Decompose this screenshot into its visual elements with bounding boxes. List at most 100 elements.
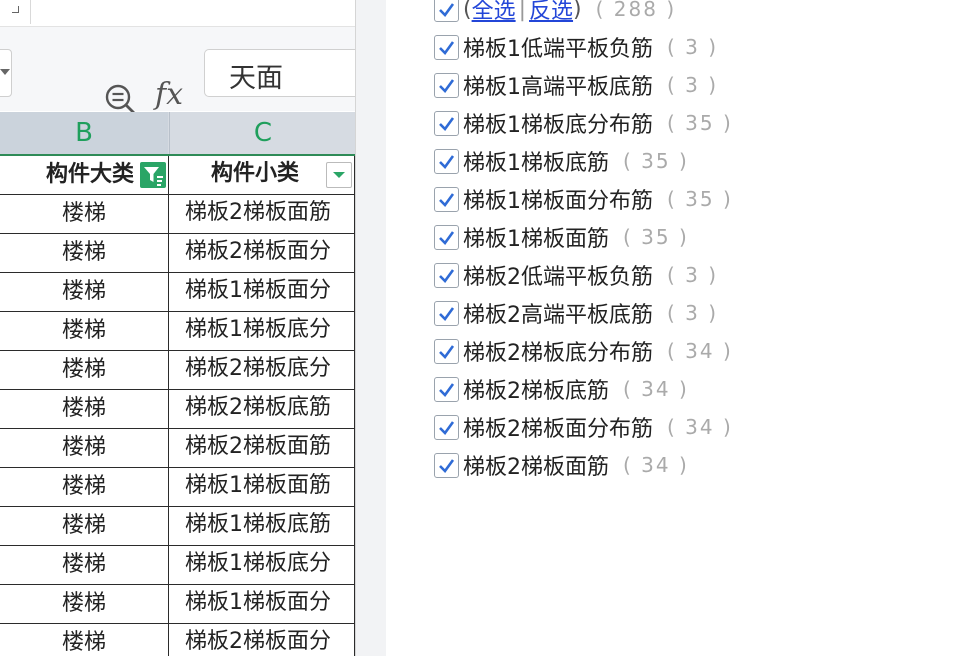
item-checkbox[interactable] (434, 262, 459, 288)
filter-list-item[interactable]: 梯板1低端平板负筋 ( 3 ) (434, 32, 718, 62)
cell-category[interactable]: 楼梯 (0, 351, 169, 389)
filter-dropdown-button[interactable] (326, 162, 352, 188)
item-label: 梯板2梯板面分布筋 (463, 417, 653, 442)
item-label: 梯板1梯板底筋 (463, 151, 609, 176)
cell-text: 楼梯 (61, 591, 106, 616)
table-header-row: 构件大类 构件小类 (0, 156, 355, 195)
checkmark-icon (439, 78, 455, 93)
cell-subcategory[interactable]: 梯板1梯板面分 (169, 585, 355, 623)
checkmark-icon (439, 2, 455, 17)
cell-category[interactable]: 楼梯 (0, 429, 169, 467)
filter-list-item[interactable]: 梯板2低端平板负筋 ( 3 ) (434, 260, 718, 290)
cell-subcategory[interactable]: 梯板2梯板面筋 (169, 195, 355, 233)
cell-text: 梯板2梯板面筋 (185, 434, 331, 459)
cell-subcategory[interactable]: 梯板1梯板面筋 (169, 468, 355, 506)
item-count: ( 35 ) (667, 187, 733, 211)
filter-list-item[interactable]: 梯板2梯板面筋 ( 34 ) (434, 450, 689, 480)
item-checkbox[interactable] (434, 186, 459, 212)
cell-category[interactable]: 楼梯 (0, 624, 169, 656)
item-count: ( 35 ) (623, 149, 689, 173)
select-all-item[interactable]: ( 全选 | 反选 ) ( 288 ) (434, 0, 676, 24)
cell-subcategory[interactable]: 梯板2梯板底分 (169, 351, 355, 389)
table-row: 楼梯 梯板1梯板面分 (0, 585, 355, 624)
cell-category[interactable]: 楼梯 (0, 507, 169, 545)
filter-list-item[interactable]: 梯板1梯板面筋 ( 35 ) (434, 222, 689, 252)
filter-funnel-icon (144, 167, 163, 186)
cell-text: 梯板1梯板底分 (185, 551, 331, 576)
cell-text: 梯板1梯板底筋 (185, 512, 331, 537)
header-cell-category[interactable]: 构件大类 (0, 156, 169, 194)
name-box-corner[interactable] (0, 0, 31, 24)
filter-list-item[interactable]: 梯板1梯板面分布筋 ( 35 ) (434, 184, 733, 214)
filter-list-item[interactable]: 梯板2梯板底分布筋 ( 34 ) (434, 336, 733, 366)
column-header-bar: B C (0, 112, 355, 156)
item-checkbox[interactable] (434, 300, 459, 326)
formula-value: 天面 (229, 63, 283, 94)
item-checkbox[interactable] (434, 338, 459, 364)
formula-input[interactable]: 天面 (204, 49, 355, 97)
filter-list-item[interactable]: 梯板1高端平板底筋 ( 3 ) (434, 70, 718, 100)
table-row: 楼梯 梯板2梯板面分 (0, 624, 355, 656)
resize-corner-icon (12, 6, 19, 13)
cell-subcategory[interactable]: 梯板2梯板面筋 (169, 429, 355, 467)
insert-function-button[interactable]: fx (155, 77, 183, 112)
chevron-down-icon (0, 69, 10, 75)
filter-list-item[interactable]: 梯板2梯板底筋 ( 34 ) (434, 374, 689, 404)
item-checkbox[interactable] (434, 110, 459, 136)
table-row: 楼梯 梯板2梯板底筋 (0, 390, 355, 429)
cell-subcategory[interactable]: 梯板1梯板底分 (169, 312, 355, 350)
cell-category[interactable]: 楼梯 (0, 273, 169, 311)
item-checkbox[interactable] (434, 452, 459, 478)
filter-active-button[interactable] (140, 162, 166, 188)
cell-subcategory[interactable]: 梯板2梯板底筋 (169, 390, 355, 428)
cell-text: 梯板1梯板面分 (185, 278, 331, 303)
item-count: ( 34 ) (667, 415, 733, 439)
column-header-b[interactable]: B (0, 112, 168, 154)
cell-category[interactable]: 楼梯 (0, 585, 169, 623)
item-checkbox[interactable] (434, 376, 459, 402)
filter-list-item[interactable]: 梯板2梯板面分布筋 ( 34 ) (434, 412, 733, 442)
cell-text: 楼梯 (61, 630, 106, 655)
cell-text: 楼梯 (61, 513, 106, 538)
item-label: 梯板2低端平板负筋 (463, 265, 653, 290)
item-count: ( 35 ) (667, 111, 733, 135)
cell-category[interactable]: 楼梯 (0, 312, 169, 350)
pane-divider[interactable] (355, 0, 387, 656)
cell-subcategory[interactable]: 梯板1梯板面分 (169, 273, 355, 311)
cell-text: 梯板1梯板底分 (185, 317, 331, 342)
cell-text: 楼梯 (61, 435, 106, 460)
header-cell-subcategory[interactable]: 构件小类 (169, 156, 355, 194)
table-row: 楼梯 梯板2梯板底分 (0, 351, 355, 390)
cell-text: 楼梯 (61, 318, 106, 343)
filter-list-item[interactable]: 梯板2高端平板底筋 ( 3 ) (434, 298, 718, 328)
item-checkbox[interactable] (434, 414, 459, 440)
cell-text: 梯板2梯板面筋 (185, 200, 331, 225)
invert-selection-link[interactable]: 反选 (529, 0, 573, 25)
checkmark-icon (439, 382, 455, 397)
item-label: 梯板2梯板面筋 (463, 455, 609, 480)
column-header-c[interactable]: C (169, 112, 355, 154)
spreadsheet-pane: fx 天面 B C 构件大类 构件小类 楼梯 梯板2梯板面筋 楼梯 梯板2梯板面… (0, 0, 355, 656)
item-count: ( 35 ) (623, 225, 689, 249)
item-checkbox[interactable] (434, 148, 459, 174)
cell-category[interactable]: 楼梯 (0, 468, 169, 506)
cell-subcategory[interactable]: 梯板2梯板面分 (169, 234, 355, 272)
cell-text: 梯板1梯板面筋 (185, 473, 331, 498)
cell-subcategory[interactable]: 梯板1梯板底分 (169, 546, 355, 584)
cell-subcategory[interactable]: 梯板2梯板面分 (169, 624, 355, 656)
cell-category[interactable]: 楼梯 (0, 390, 169, 428)
filter-list-item[interactable]: 梯板1梯板底筋 ( 35 ) (434, 146, 689, 176)
item-checkbox[interactable] (434, 72, 459, 98)
link-separator: | (518, 0, 527, 22)
item-checkbox[interactable] (434, 34, 459, 60)
select-all-checkbox[interactable] (434, 0, 459, 22)
cell-subcategory[interactable]: 梯板1梯板底筋 (169, 507, 355, 545)
cell-category[interactable]: 楼梯 (0, 546, 169, 584)
checkmark-icon (439, 268, 455, 283)
cell-category[interactable]: 楼梯 (0, 195, 169, 233)
select-all-link[interactable]: 全选 (472, 0, 516, 25)
filter-list-item[interactable]: 梯板1梯板底分布筋 ( 35 ) (434, 108, 733, 138)
cell-category[interactable]: 楼梯 (0, 234, 169, 272)
item-label: 梯板1梯板底分布筋 (463, 113, 653, 138)
item-checkbox[interactable] (434, 224, 459, 250)
